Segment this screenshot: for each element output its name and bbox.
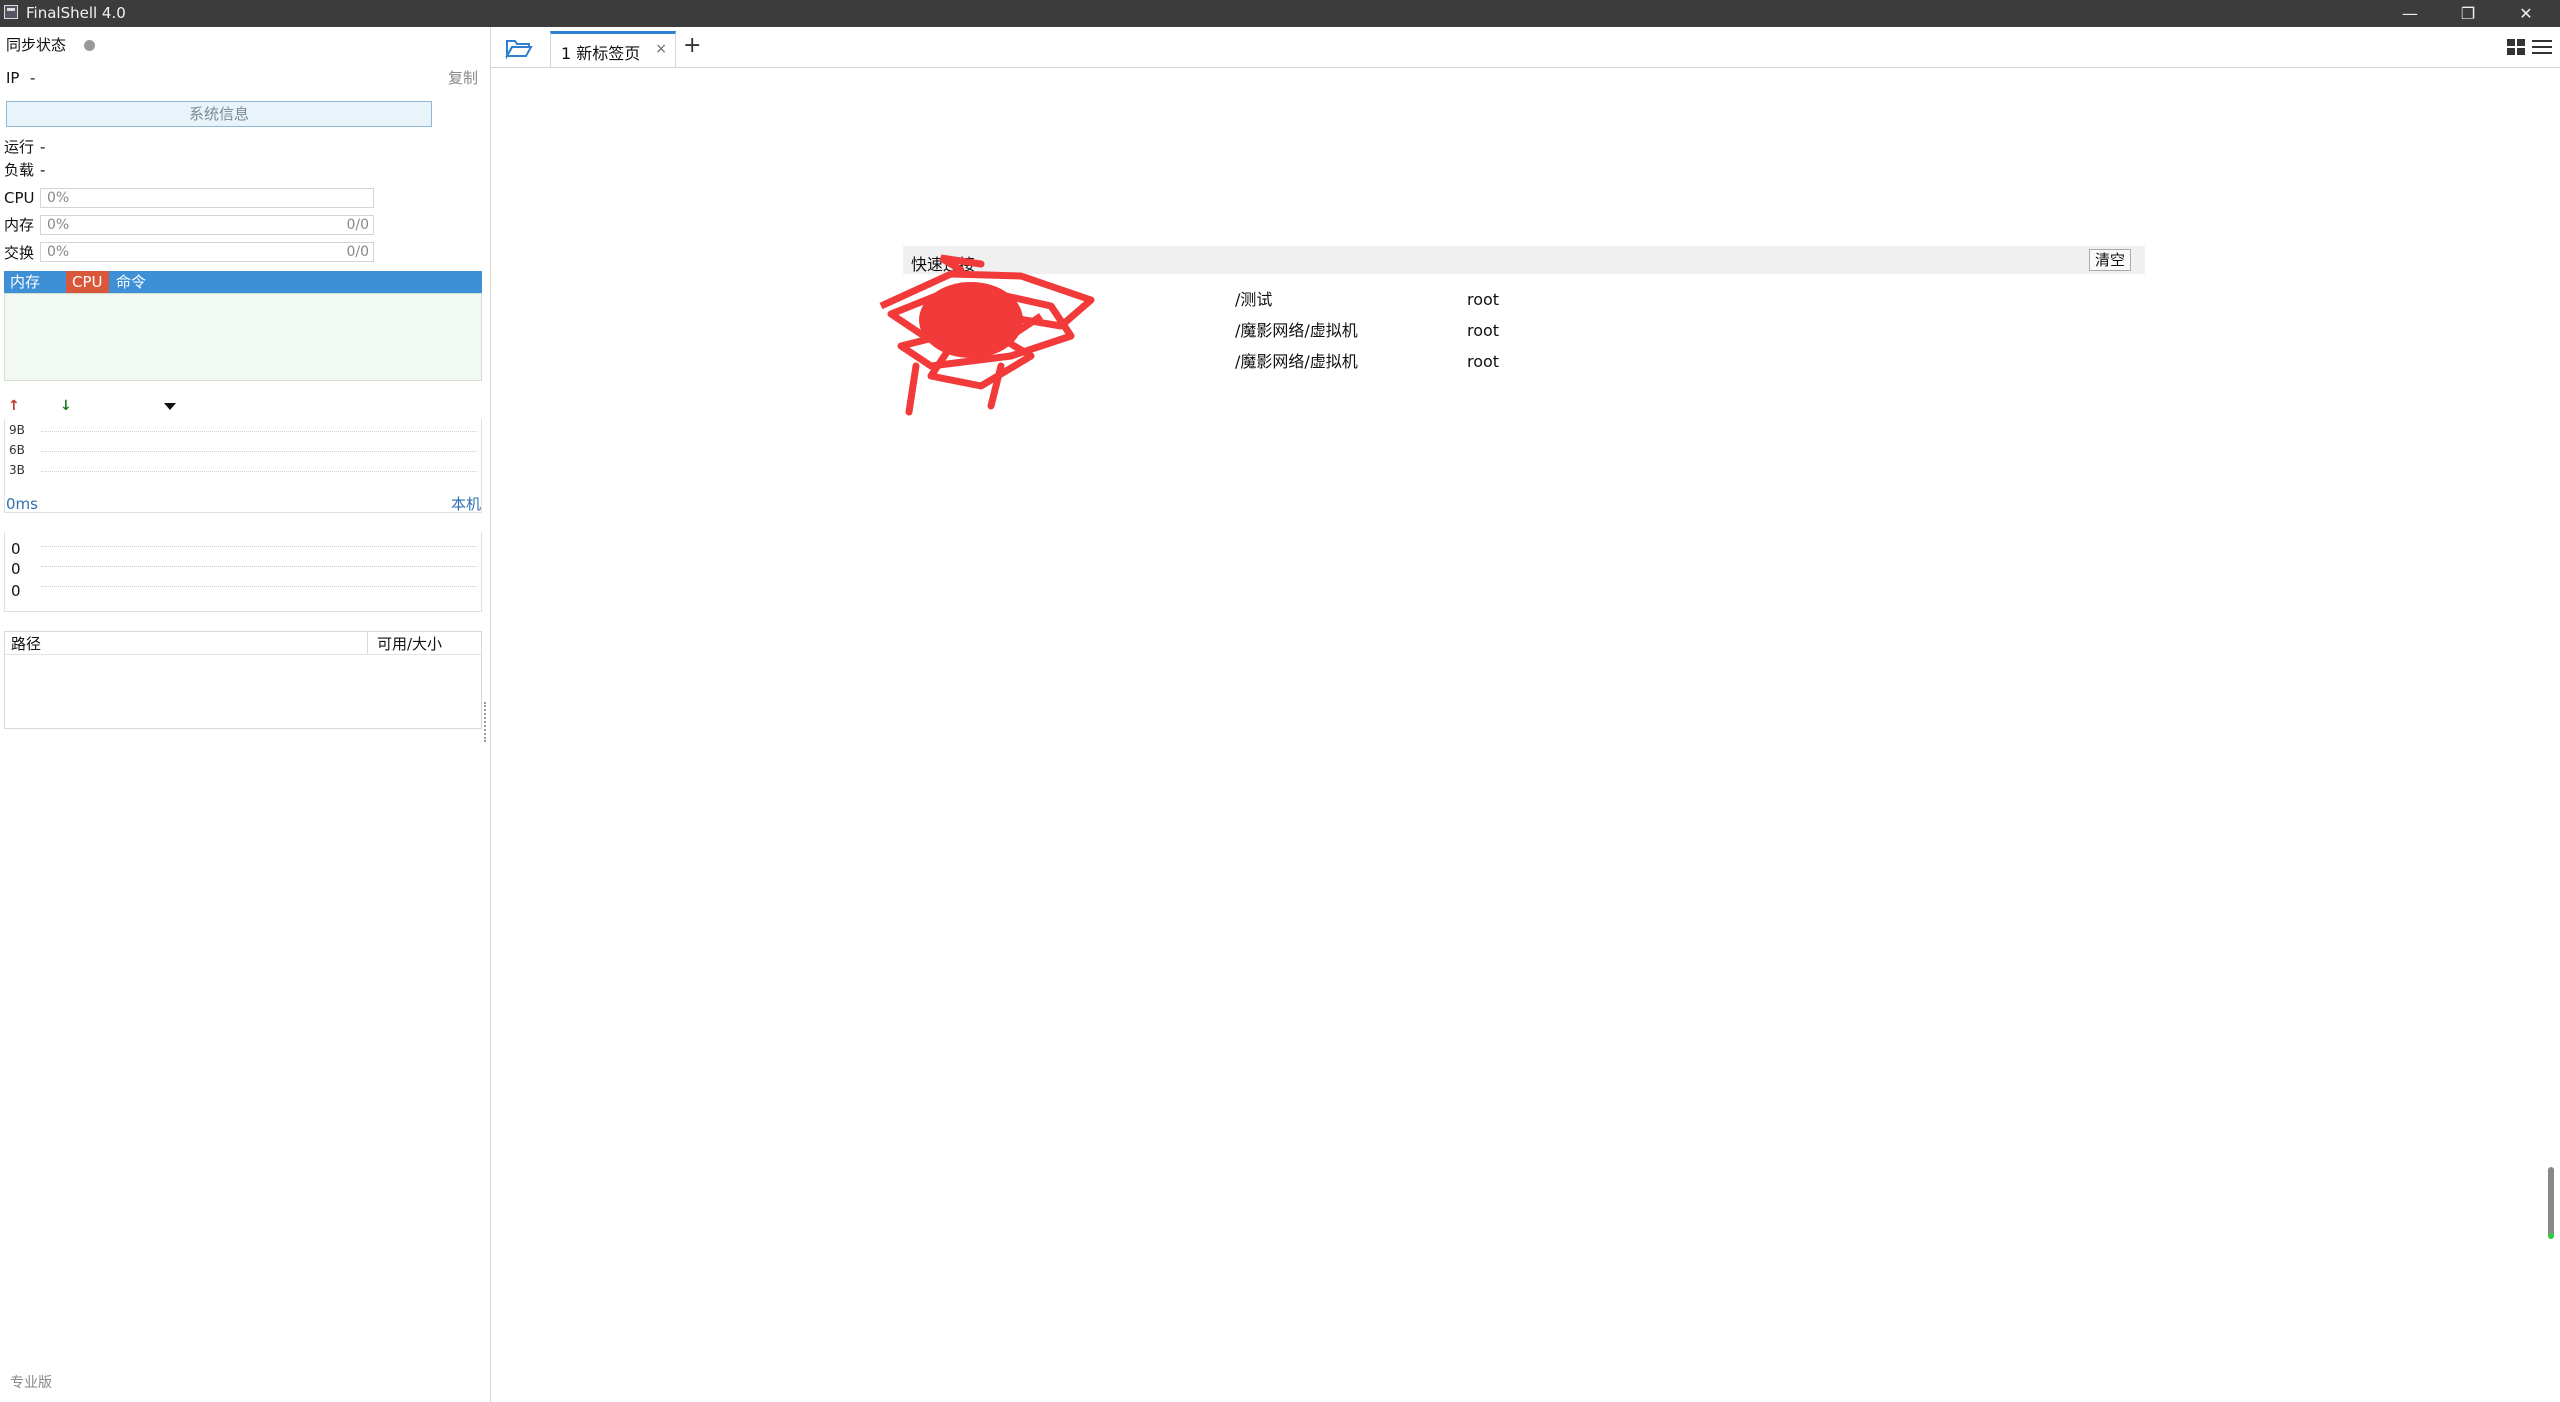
process-tab-bar: 内存 CPU 命令 xyxy=(4,271,482,293)
disk-table: 路径 可用/大小 xyxy=(4,631,482,729)
ip-value: - xyxy=(30,69,36,87)
add-tab-button[interactable]: + xyxy=(683,33,701,58)
sync-status-dot-icon xyxy=(84,40,95,51)
redaction-scribble xyxy=(879,254,1095,416)
tab-label: 1 新标签页 xyxy=(561,44,641,63)
cpu-percent: 0% xyxy=(47,190,70,206)
cpu-label: CPU xyxy=(4,189,35,207)
window-title: FinalShell 4.0 xyxy=(26,4,126,22)
clear-history-button[interactable]: 清空 xyxy=(2089,249,2131,271)
network-chart: 9B 6B 3B xyxy=(4,419,482,513)
network-tick: 3B xyxy=(9,463,25,477)
open-folder-icon[interactable] xyxy=(505,37,533,59)
ip-label: IP xyxy=(6,69,20,87)
load-label: 负载 xyxy=(4,161,35,179)
uptime-value: - xyxy=(40,138,46,156)
title-bar: FinalShell 4.0 — ❐ ✕ xyxy=(0,0,2560,27)
close-button[interactable]: ✕ xyxy=(2497,0,2555,27)
ping-latency: 0ms xyxy=(6,495,38,513)
connection-user: root xyxy=(1467,321,1500,340)
uptime-label: 运行 xyxy=(4,138,35,156)
new-tab-page: 快速连接 清空 /测试 root /魔影网络/虚拟机 root /魔影网络/虚拟… xyxy=(491,68,2560,1402)
restore-button[interactable]: ❐ xyxy=(2439,0,2497,27)
disk-path-header[interactable]: 路径 xyxy=(11,635,41,653)
tab-command[interactable]: 命令 xyxy=(116,271,146,293)
tab-new-tab[interactable]: 1 新标签页 × xyxy=(550,31,676,67)
swap-meter: 0% 0/0 xyxy=(40,242,374,262)
edition-label: 专业版 xyxy=(10,1375,52,1391)
cpu-meter: 0% xyxy=(40,188,374,208)
column-divider xyxy=(367,632,368,654)
memory-meter: 0% 0/0 xyxy=(40,215,374,235)
server-info-sidebar: 同步状态 IP - 复制 系统信息 运行 - 负载 - CPU 0% 内存 0%… xyxy=(0,27,491,1402)
memory-usage: 0/0 xyxy=(346,217,369,233)
menu-icon[interactable] xyxy=(2532,39,2552,55)
memory-label: 内存 xyxy=(4,216,35,234)
minimize-button[interactable]: — xyxy=(2381,0,2439,27)
swap-percent: 0% xyxy=(47,244,70,260)
connection-path: /魔影网络/虚拟机 xyxy=(1235,321,1358,340)
network-tick: 9B xyxy=(9,423,25,437)
tab-close-icon[interactable]: × xyxy=(655,41,667,57)
sync-status-label: 同步状态 xyxy=(6,36,67,54)
copy-ip-button[interactable]: 复制 xyxy=(448,69,478,87)
process-list xyxy=(4,293,482,381)
load-value: - xyxy=(40,161,46,179)
disk-size-header[interactable]: 可用/大小 xyxy=(377,635,442,653)
scrollbar-thumb[interactable] xyxy=(2548,1167,2554,1237)
connection-user: root xyxy=(1467,352,1500,371)
connection-user: root xyxy=(1467,290,1500,309)
ping-chart: 0 0 0 xyxy=(4,532,482,612)
ping-value: 0 xyxy=(11,582,21,600)
ping-value: 0 xyxy=(11,560,21,578)
scrollbar-indicator xyxy=(2548,1233,2554,1239)
ping-value: 0 xyxy=(11,540,21,558)
panel-splitter-handle[interactable] xyxy=(484,702,489,742)
network-tick: 6B xyxy=(9,443,25,457)
tab-bar: 1 新标签页 × + xyxy=(491,27,2560,68)
swap-usage: 0/0 xyxy=(346,244,369,260)
layout-grid-icon[interactable] xyxy=(2507,39,2525,55)
swap-label: 交换 xyxy=(4,244,35,262)
download-arrow-icon: ↓ xyxy=(60,398,72,414)
system-info-button[interactable]: 系统信息 xyxy=(6,101,432,127)
connection-path: /魔影网络/虚拟机 xyxy=(1235,352,1358,371)
tab-memory[interactable]: 内存 xyxy=(10,271,40,293)
tab-cpu[interactable]: CPU xyxy=(66,271,109,293)
network-interface-dropdown-icon[interactable] xyxy=(164,403,176,410)
connection-path: /测试 xyxy=(1235,290,1273,309)
upload-arrow-icon: ↑ xyxy=(8,398,20,414)
memory-percent: 0% xyxy=(47,217,70,233)
ping-target[interactable]: 本机 xyxy=(451,495,481,513)
app-logo-icon xyxy=(4,5,18,19)
